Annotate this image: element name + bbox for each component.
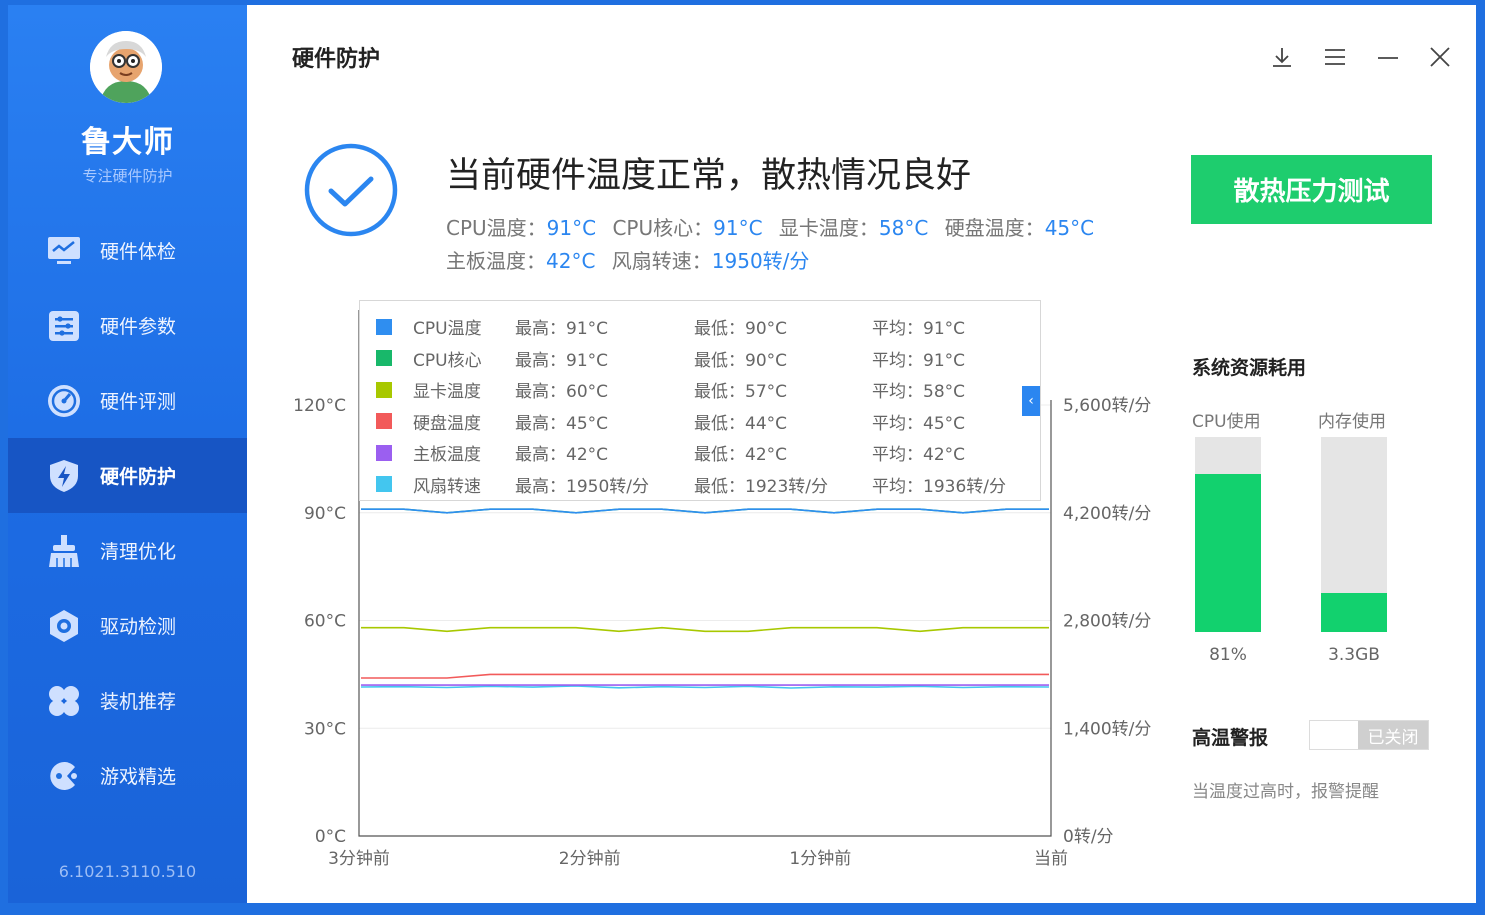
y-left-tick-label: 90°C <box>304 504 346 524</box>
mem-usage-fill <box>1321 593 1387 632</box>
series-line <box>361 673 1049 679</box>
legend-name: CPU温度 <box>413 319 482 339</box>
toggle-knob <box>1310 721 1358 749</box>
legend-row: 硬盘温度 最高：45°C 最低：44°C 平均：45°C <box>360 406 1040 437</box>
x-tick-label: 1分钟前 <box>789 849 851 869</box>
legend-swatch <box>376 476 392 492</box>
y-right-tick-label: 4,200转/分 <box>1063 504 1151 524</box>
mem-usage-bar <box>1321 437 1387 632</box>
legend-swatch <box>376 350 392 366</box>
legend-name: 硬盘温度 <box>413 413 481 434</box>
alarm-hint: 当温度过高时，报警提醒 <box>1192 782 1379 802</box>
app-window: 鲁大师 专注硬件防护 硬件体检 硬件参数 硬件评测 硬件防护 清理优化 驱动检测… <box>8 5 1476 903</box>
y-right-tick-label: 5,600转/分 <box>1063 396 1151 416</box>
legend-avg: 平均：1936转/分 <box>872 476 1006 497</box>
y-left-tick-label: 60°C <box>304 612 346 632</box>
x-tick-label: 3分钟前 <box>328 849 390 869</box>
cpu-usage-value: 81% <box>1209 645 1247 665</box>
legend-swatch <box>376 413 392 429</box>
legend-max: 最高：42°C <box>515 445 609 465</box>
legend-name: 显卡温度 <box>413 382 481 402</box>
series-line <box>361 626 1049 633</box>
resources-title: 系统资源耗用 <box>1192 357 1307 379</box>
mem-usage-value: 3.3GB <box>1328 645 1380 665</box>
cpu-usage-fill <box>1195 474 1261 632</box>
legend-min: 最低：57°C <box>694 382 788 402</box>
legend-avg: 平均：91°C <box>872 319 966 339</box>
legend-swatch <box>376 318 392 335</box>
y-right-tick-label: 0转/分 <box>1063 827 1114 847</box>
cpu-usage-label: CPU使用 <box>1192 412 1261 432</box>
legend-min: 最低：90°C <box>694 319 788 339</box>
legend-row: 风扇转速 最高：1950转/分 最低：1923转/分 平均：1936转/分 <box>360 469 1040 500</box>
alarm-toggle[interactable]: 已关闭 <box>1309 720 1429 750</box>
legend-name: 风扇转速 <box>413 476 481 497</box>
legend-max: 最高：45°C <box>515 413 609 434</box>
legend-min: 最低：90°C <box>694 350 788 371</box>
legend-swatch <box>376 381 392 398</box>
legend-row: 显卡温度 最高：60°C 最低：57°C 平均：58°C <box>360 374 1040 405</box>
legend-name: 主板温度 <box>413 445 481 465</box>
alarm-title: 高温警报 <box>1192 727 1269 749</box>
cpu-usage-bar <box>1195 437 1261 632</box>
chevron-left-icon: ‹ <box>1028 393 1034 409</box>
legend-max: 最高：60°C <box>515 382 609 402</box>
chart-legend: CPU温度 最高：91°C 最低：90°C 平均：91°C CPU核心 最高：91°C 最低… <box>359 300 1041 501</box>
legend-row: 主板温度 最高：42°C 最低：42°C 平均：42°C <box>360 437 1040 468</box>
y-right-tick-label: 2,800转/分 <box>1063 612 1151 632</box>
legend-min: 最低：42°C <box>694 445 788 465</box>
legend-row: CPU核心 最高：91°C 最低：90°C 平均：91°C <box>360 343 1040 374</box>
legend-name: CPU核心 <box>413 350 482 371</box>
legend-collapse-button[interactable]: ‹ <box>1022 386 1040 416</box>
legend-min: 最低：44°C <box>694 413 788 434</box>
legend-max: 最高：91°C <box>515 319 609 339</box>
y-left-tick-label: 120°C <box>293 396 346 416</box>
x-tick-label: 当前 <box>1034 849 1068 869</box>
legend-avg: 平均：58°C <box>872 382 966 402</box>
legend-avg: 平均：45°C <box>872 413 966 434</box>
legend-row: CPU温度 最高：91°C 最低：90°C 平均：91°C <box>360 311 1040 342</box>
y-left-tick-label: 30°C <box>304 719 346 739</box>
x-tick-label: 2分钟前 <box>559 849 621 869</box>
legend-avg: 平均：42°C <box>872 445 966 465</box>
toggle-state-label: 已关闭 <box>1358 721 1428 749</box>
legend-max: 最高：1950转/分 <box>515 476 649 497</box>
series-line <box>360 685 1050 689</box>
y-left-tick-label: 0°C <box>315 827 346 847</box>
legend-swatch <box>376 444 392 461</box>
legend-min: 最低：1923转/分 <box>694 476 828 497</box>
legend-avg: 平均：91°C <box>872 350 966 371</box>
mem-usage-label: 内存使用 <box>1318 412 1386 432</box>
y-right-tick-label: 1,400转/分 <box>1063 719 1151 739</box>
legend-max: 最高：91°C <box>515 350 609 371</box>
